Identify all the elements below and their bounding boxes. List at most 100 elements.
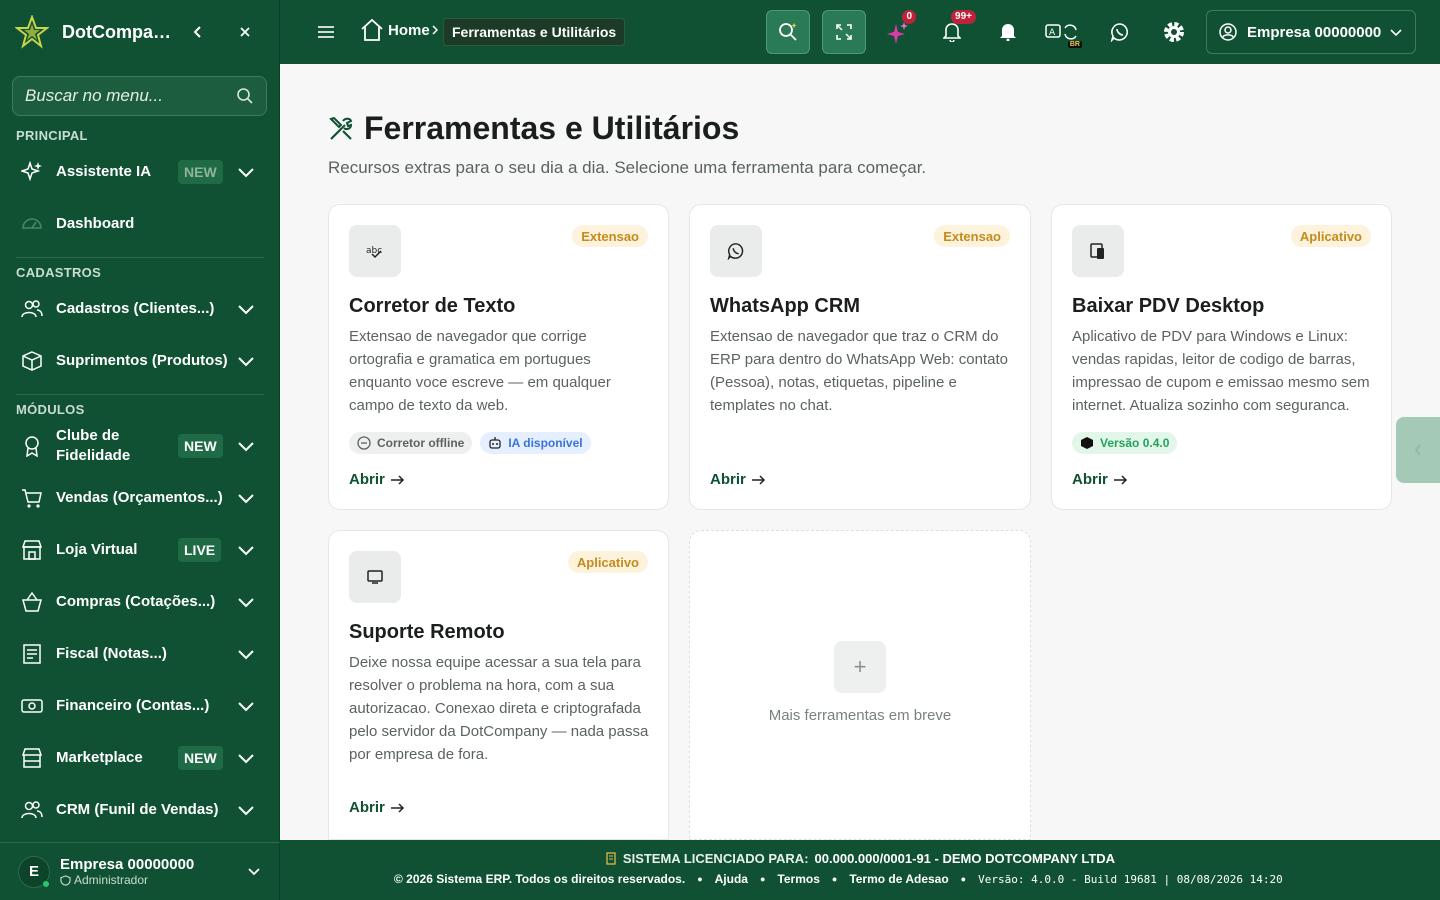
- tools-icon: [329, 116, 353, 140]
- fullscreen-button[interactable]: [822, 10, 866, 54]
- arrow-right-icon: [1113, 474, 1127, 485]
- whatsapp-button[interactable]: [1098, 10, 1142, 54]
- version-chip: Versão 0.4.0: [1072, 432, 1178, 454]
- help-link[interactable]: Ajuda: [715, 872, 748, 886]
- divider: [16, 394, 264, 395]
- sidebar-item-assistente-ia[interactable]: Assistente IA NEW: [0, 146, 280, 198]
- open-link[interactable]: Abrir: [1072, 471, 1128, 488]
- user-role: Administrador: [60, 873, 194, 887]
- card-title: WhatsApp CRM: [710, 295, 860, 317]
- sidebar-item-label: Financeiro (Contas...): [56, 697, 210, 714]
- gauge-icon: [20, 212, 44, 236]
- chevron-down-icon: [238, 494, 254, 504]
- money-icon: [20, 694, 44, 718]
- card-title: Suporte Remoto: [349, 621, 505, 643]
- sidebar-item-crm[interactable]: CRM (Funil de Vendas): [0, 784, 280, 836]
- adhesion-terms-link[interactable]: Termo de Adesao: [849, 872, 948, 886]
- close-icon[interactable]: [233, 20, 257, 44]
- company-name: Empresa 00000000: [1247, 23, 1382, 41]
- type-tag: Extensao: [934, 225, 1010, 247]
- tool-card-whatsapp: Extensao WhatsApp CRM Extensao de navega…: [689, 204, 1031, 510]
- user-name: Empresa 00000000: [60, 856, 195, 873]
- open-link[interactable]: Abrir: [710, 471, 766, 488]
- menu-search: [12, 76, 267, 116]
- page-subtitle: Recursos extras para o seu dia a dia. Se…: [328, 158, 927, 177]
- shop-icon: [20, 746, 44, 770]
- sidebar-item-label: Dashboard: [56, 215, 135, 232]
- chevron-down-icon: [238, 806, 254, 816]
- receipt-icon: [20, 642, 44, 666]
- new-badge: NEW: [178, 434, 223, 458]
- cart-icon: [20, 486, 44, 510]
- menu-icon[interactable]: [316, 20, 336, 44]
- plus-icon: +: [834, 641, 886, 693]
- sidebar-item-label: Compras (Cotações...): [56, 593, 216, 610]
- sidebar-item-suprimentos[interactable]: Suprimentos (Produtos): [0, 335, 280, 387]
- sidebar-item-fiscal[interactable]: Fiscal (Notas...): [0, 628, 280, 680]
- language-button[interactable]: A BR: [1040, 10, 1084, 54]
- footer-links: © 2026 Sistema ERP. Todos os direitos re…: [394, 872, 1283, 886]
- offline-icon: [357, 436, 371, 450]
- brand: DotCompan...: [0, 0, 280, 64]
- translate-icon: A: [1045, 24, 1077, 40]
- user-menu[interactable]: E Empresa 00000000 Administrador: [0, 842, 280, 900]
- shield-icon: [60, 874, 71, 886]
- terms-link[interactable]: Termos: [777, 872, 819, 886]
- settings-button[interactable]: [1152, 10, 1196, 54]
- chevron-down-icon: [238, 168, 254, 178]
- sidebar-item-dashboard[interactable]: Dashboard: [0, 198, 280, 250]
- spellcheck-icon: abc: [349, 225, 401, 277]
- type-tag: Extensao: [572, 225, 648, 247]
- side-panel-toggle[interactable]: [1396, 417, 1440, 483]
- sidebar-item-vendas[interactable]: Vendas (Orçamentos...): [0, 472, 280, 524]
- open-link[interactable]: Abrir: [349, 799, 405, 816]
- sidebar-item-compras[interactable]: Compras (Cotações...): [0, 576, 280, 628]
- sidebar-item-label: Fiscal (Notas...): [56, 645, 167, 662]
- sidebar-item-label: CRM (Funil de Vendas): [56, 801, 219, 818]
- chevron-down-icon: [1390, 29, 1402, 37]
- user-circle-icon: [1219, 23, 1237, 41]
- offline-chip: Corretor offline: [349, 432, 473, 454]
- section-principal: PRINCIPAL: [16, 128, 88, 143]
- sidebar-item-label: Cadastros (Clientes...): [56, 300, 215, 317]
- ai-sparkle-button[interactable]: 0: [876, 10, 920, 54]
- home-icon: [361, 18, 383, 41]
- divider: [16, 257, 264, 258]
- avatar: E: [18, 855, 50, 888]
- svg-text:A: A: [1049, 28, 1056, 38]
- collapse-sidebar-icon[interactable]: [186, 20, 210, 44]
- bell-filled-icon: [1000, 24, 1016, 41]
- search-button[interactable]: [766, 10, 810, 54]
- sidebar-item-marketplace[interactable]: Marketplace NEW: [0, 732, 280, 784]
- sidebar-item-label: Suprimentos (Produtos): [56, 352, 228, 369]
- box-icon: [20, 349, 44, 373]
- sidebar-item-label: Clube de Fidelidade: [56, 427, 131, 464]
- sidebar-item-loja-virtual[interactable]: Loja Virtual LIVE: [0, 524, 280, 576]
- tool-card-corretor: abc Extensao Corretor de Texto Extensao …: [328, 204, 669, 510]
- sparkle-icon: [20, 160, 44, 184]
- sidebar-item-label: Assistente IA: [56, 163, 152, 180]
- card-title: Baixar PDV Desktop: [1072, 295, 1265, 317]
- sidebar-item-clube-fidelidade[interactable]: Clube de Fidelidade NEW: [0, 420, 280, 472]
- sidebar-item-financeiro[interactable]: Financeiro (Contas...): [0, 680, 280, 732]
- arrow-right-icon: [390, 474, 404, 485]
- coming-soon-card: + Mais ferramentas em breve: [689, 530, 1031, 840]
- breadcrumb-home[interactable]: Home: [360, 18, 440, 42]
- users-icon: [20, 297, 44, 321]
- arrow-right-icon: [390, 802, 404, 813]
- sidebar-item-cadastros[interactable]: Cadastros (Clientes...): [0, 283, 280, 335]
- alerts-button[interactable]: [986, 10, 1030, 54]
- building-icon: [606, 852, 616, 865]
- open-link[interactable]: Abrir: [349, 471, 405, 488]
- company-selector[interactable]: Empresa 00000000: [1206, 10, 1416, 54]
- whatsapp-icon: [1110, 23, 1129, 42]
- license-info: SISTEMA LICENCIADO PARA: 00.000.000/0001…: [280, 851, 1440, 866]
- store-icon: [20, 538, 44, 562]
- search-icon[interactable]: [236, 87, 254, 110]
- notification-count-badge: 99+: [951, 10, 976, 24]
- chevron-down-icon: [238, 754, 254, 764]
- notifications-button[interactable]: 99+: [930, 10, 976, 54]
- language-badge: BR: [1067, 41, 1082, 48]
- bell-icon: [943, 23, 961, 42]
- menu-search-input[interactable]: [25, 86, 225, 106]
